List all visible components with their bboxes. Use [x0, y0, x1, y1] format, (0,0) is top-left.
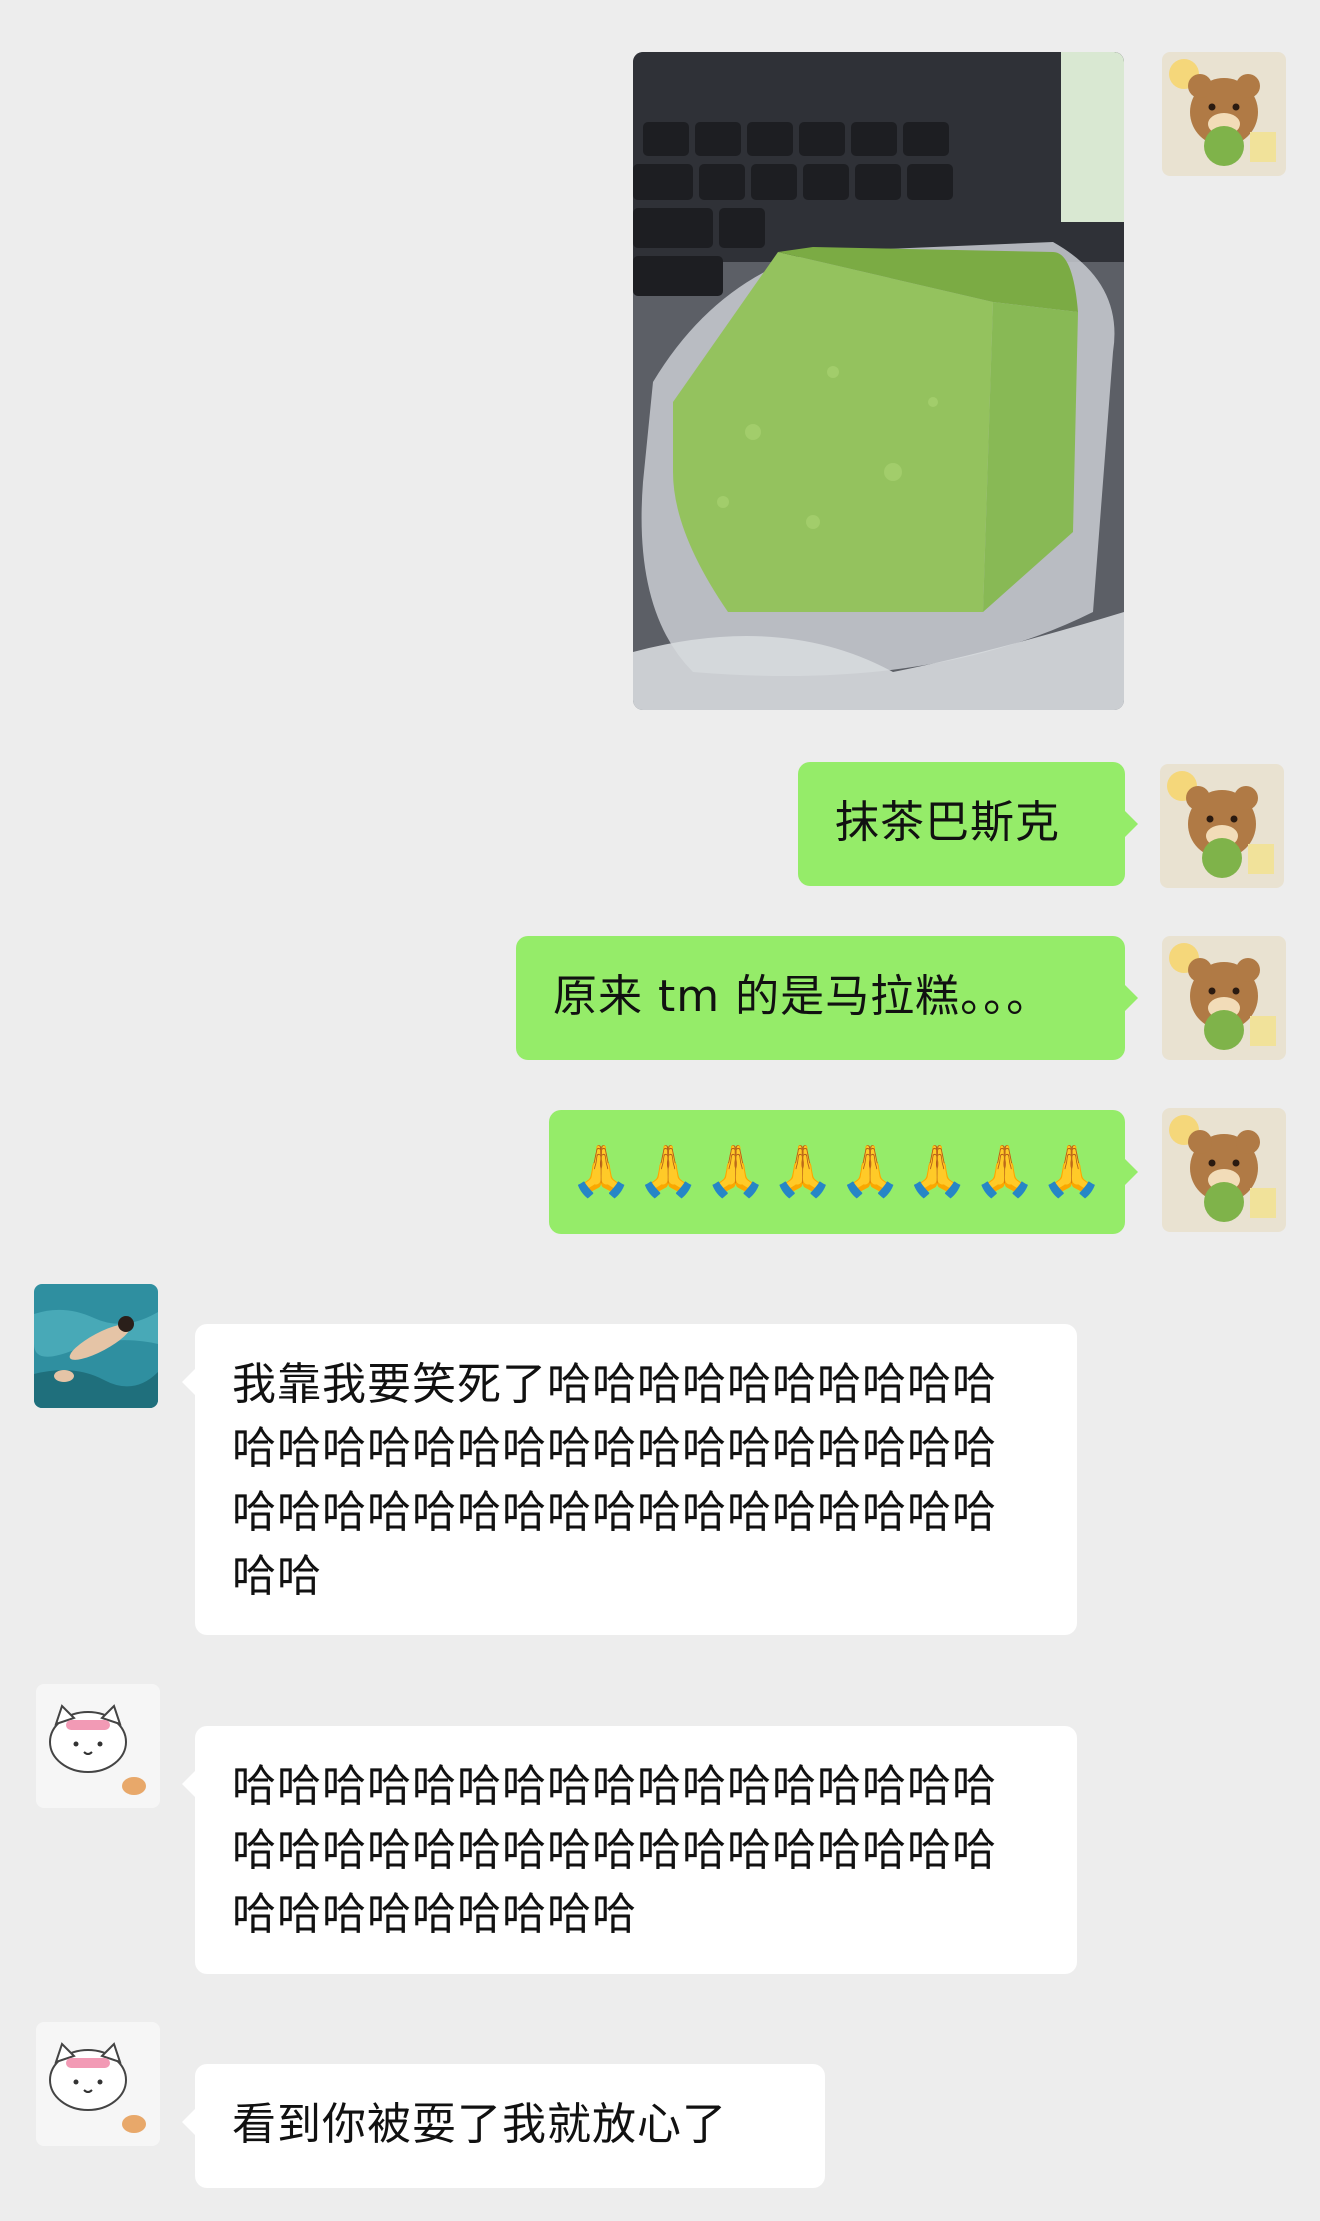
self-avatar-4[interactable]	[1162, 1108, 1286, 1232]
sender-avatar-cat-1[interactable]	[36, 1684, 160, 1808]
message-bubble-5[interactable]: 哈哈哈哈哈哈哈哈哈哈哈哈哈哈哈哈哈哈哈哈哈哈哈哈哈哈哈哈哈哈哈哈哈哈哈哈哈哈哈哈…	[182, 1726, 1077, 1974]
message-bubble-2[interactable]: 原来 tm 的是马拉糕。。。	[516, 936, 1138, 1060]
sender-avatar-cat-2[interactable]	[36, 2022, 160, 2146]
bear-avatar-icon	[1162, 52, 1286, 176]
emoji-row: 🙏 🙏 🙏 🙏 🙏 🙏 🙏 🙏	[569, 1139, 1105, 1203]
pray-emoji-icon: 🙏	[569, 1142, 634, 1200]
pray-emoji-icon: 🙏	[704, 1142, 768, 1200]
bear-avatar-icon	[1162, 1108, 1286, 1232]
pray-emoji-icon: 🙏	[839, 1142, 903, 1200]
pray-emoji-icon: 🙏	[637, 1142, 701, 1200]
message-text: 原来 tm 的是马拉糕。。。	[553, 971, 1052, 1022]
self-avatar-2[interactable]	[1160, 764, 1284, 888]
pray-emoji-icon: 🙏	[973, 1142, 1037, 1200]
cake-photo[interactable]	[633, 52, 1124, 710]
pray-emoji-icon: 🙏	[771, 1142, 835, 1200]
cat-avatar-icon	[36, 1684, 160, 1808]
message-bubble-4[interactable]: 我靠我要笑死了哈哈哈哈哈哈哈哈哈哈哈哈哈哈哈哈哈哈哈哈哈哈哈哈哈哈哈哈哈哈哈哈哈…	[182, 1324, 1077, 1635]
message-text: 哈哈哈哈哈哈哈哈哈哈哈哈哈哈哈哈哈哈哈哈哈哈哈哈哈哈哈哈哈哈哈哈哈哈哈哈哈哈哈哈…	[232, 1761, 997, 1940]
message-text: 抹茶巴斯克	[835, 797, 1060, 848]
self-avatar-3[interactable]	[1162, 936, 1286, 1060]
message-text: 我靠我要笑死了哈哈哈哈哈哈哈哈哈哈哈哈哈哈哈哈哈哈哈哈哈哈哈哈哈哈哈哈哈哈哈哈哈…	[232, 1359, 997, 1602]
sender-avatar-swimmer[interactable]	[34, 1284, 158, 1408]
bear-avatar-icon	[1162, 936, 1286, 1060]
message-bubble-6[interactable]: 看到你被耍了我就放心了	[182, 2064, 825, 2188]
pray-emoji-icon: 🙏	[1040, 1142, 1105, 1200]
message-text: 看到你被耍了我就放心了	[232, 2099, 727, 2150]
self-avatar-1[interactable]	[1162, 52, 1286, 176]
cat-avatar-icon	[36, 2022, 160, 2146]
message-bubble-3[interactable]: 🙏 🙏 🙏 🙏 🙏 🙏 🙏 🙏	[549, 1110, 1138, 1234]
bear-avatar-icon	[1160, 764, 1284, 888]
pray-emoji-icon: 🙏	[906, 1142, 970, 1200]
swimmer-avatar-icon	[34, 1284, 158, 1408]
matcha-cake-image	[633, 52, 1124, 710]
message-bubble-1[interactable]: 抹茶巴斯克	[798, 762, 1138, 886]
